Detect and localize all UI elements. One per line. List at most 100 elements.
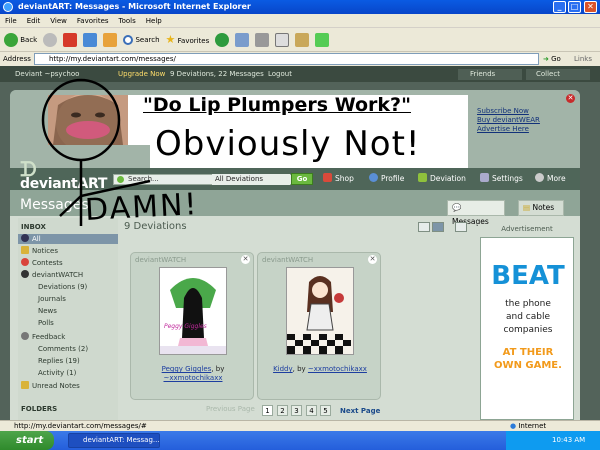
page-2-button[interactable]: 2 xyxy=(277,405,288,416)
ie-icon xyxy=(3,2,13,12)
close-card-icon[interactable]: ✕ xyxy=(368,255,377,264)
sidebar-item-journals[interactable]: Journals xyxy=(18,294,118,304)
deviation-card[interactable]: deviantWATCH ✕ Peggy Giggles Peggy Giggl… xyxy=(130,252,254,400)
maximize-button[interactable]: □ xyxy=(568,1,581,13)
page-5-button[interactable]: 5 xyxy=(320,405,331,416)
collect-label: Collect xyxy=(536,70,560,78)
previous-page-link[interactable]: Previous Page xyxy=(206,405,255,413)
ad-line: AT THEIR xyxy=(502,347,554,358)
next-page-link[interactable]: Next Page xyxy=(340,407,380,415)
sidebar-item-news[interactable]: News xyxy=(18,306,118,316)
messenger-icon[interactable] xyxy=(315,32,330,47)
collect-menu[interactable]: Collect xyxy=(526,69,590,80)
favorites-button[interactable]: ★ Favorites xyxy=(166,33,210,46)
card-title-link[interactable]: Peggy Giggles xyxy=(162,365,212,373)
card-title-link[interactable]: Kiddy xyxy=(273,365,293,373)
history-icon[interactable] xyxy=(215,32,230,47)
buy-deviantwear-link[interactable]: Buy deviantWEAR xyxy=(477,116,540,125)
peggy-giggles-art xyxy=(160,268,226,354)
nav-shop[interactable]: Shop xyxy=(323,173,354,185)
page-1-button[interactable]: 1 xyxy=(262,405,273,416)
sidebar-item-feedback[interactable]: Feedback xyxy=(18,332,118,342)
zone-label: Internet xyxy=(518,422,547,430)
card-by: , by xyxy=(211,365,225,373)
discuss-icon[interactable] xyxy=(295,32,310,47)
tab-messages[interactable]: 💬 Messages xyxy=(447,200,505,226)
stop-icon[interactable] xyxy=(63,32,78,47)
screen: { "window": {"title": "deviantART: Messa… xyxy=(0,0,600,450)
menu-view[interactable]: View xyxy=(50,17,67,25)
sidebar-item-contests[interactable]: Contests xyxy=(18,258,118,268)
settings-icon xyxy=(480,173,489,182)
art-caption: Peggy Giggles xyxy=(164,323,207,330)
friends-menu[interactable]: Friends xyxy=(458,69,522,80)
message-stats[interactable]: 9 Deviations, 22 Messages xyxy=(170,66,264,82)
sidebar-item-comments[interactable]: Comments (2) xyxy=(18,344,118,354)
search-scope-select[interactable]: All Deviations xyxy=(212,174,290,185)
sidebar-item-deviantwatch[interactable]: deviantWATCH xyxy=(18,270,118,280)
deviation-thumbnail[interactable]: Peggy Giggles xyxy=(159,267,227,355)
title-bar: deviantART: Messages - Microsoft Interne… xyxy=(0,0,600,14)
nav-more[interactable]: More xyxy=(535,173,566,185)
ad-headline: BEAT xyxy=(491,261,565,291)
nav-deviation[interactable]: Deviation xyxy=(418,173,466,185)
status-bar: http://my.deviantart.com/messages/# ● In… xyxy=(0,420,600,431)
subscribe-link[interactable]: Subscribe Now xyxy=(477,107,540,116)
links-button[interactable]: Links xyxy=(574,52,592,66)
menu-edit[interactable]: Edit xyxy=(27,17,41,25)
advertisement-label: Advertisement xyxy=(501,225,553,233)
back-button[interactable]: Back xyxy=(4,32,37,47)
sidebar-item-notices[interactable]: Notices xyxy=(18,246,118,256)
menu-favorites[interactable]: Favorites xyxy=(77,17,109,25)
print-icon[interactable] xyxy=(255,32,270,47)
deviation-card[interactable]: deviantWATCH ✕ Kiddy, by ~xxmotochikaxx xyxy=(257,252,381,400)
minimize-button[interactable]: _ xyxy=(553,1,566,13)
advertise-link[interactable]: Advertise Here xyxy=(477,125,540,134)
close-button[interactable]: ✕ xyxy=(584,1,597,13)
menu-file[interactable]: File xyxy=(5,17,17,25)
options-button[interactable] xyxy=(455,222,467,232)
nav-profile-label: Profile xyxy=(381,174,405,183)
go-button[interactable]: ➜ Go xyxy=(543,52,561,66)
grid-view-button[interactable] xyxy=(432,222,444,232)
tab-notes[interactable]: ▤ Notes xyxy=(518,200,564,216)
clock[interactable]: 10:43 AM xyxy=(552,436,585,444)
contests-icon xyxy=(21,258,29,266)
page-4-button[interactable]: 4 xyxy=(306,405,317,416)
window-title: deviantART: Messages - Microsoft Interne… xyxy=(18,2,251,11)
start-button[interactable]: start xyxy=(0,431,54,450)
home-icon[interactable] xyxy=(103,32,118,47)
ad-slogan: AT THEIR OWN GAME. xyxy=(481,346,575,372)
deviation-thumbnail[interactable] xyxy=(286,267,354,355)
page-3-button[interactable]: 3 xyxy=(291,405,302,416)
search-button[interactable]: Search xyxy=(123,34,160,45)
sidebar-ad[interactable]: BEAT the phone and cable companies AT TH… xyxy=(480,237,574,420)
go-label: Go xyxy=(551,55,561,63)
menu-tools[interactable]: Tools xyxy=(119,17,136,25)
nav-profile[interactable]: Profile xyxy=(369,173,404,185)
card-author-link[interactable]: ~xxmotochikaxx xyxy=(308,365,367,373)
taskbar-item-ie[interactable]: deviantART: Messag... xyxy=(68,433,160,448)
nav-settings[interactable]: Settings xyxy=(480,173,523,185)
close-card-icon[interactable]: ✕ xyxy=(241,255,250,264)
card-author-link[interactable]: ~xxmotochikaxx xyxy=(163,374,222,382)
menu-help[interactable]: Help xyxy=(146,17,162,25)
sidebar: INBOX All Notices Contests deviantWATCH … xyxy=(18,218,118,420)
close-banner-icon[interactable]: ✕ xyxy=(566,94,575,103)
sidebar-item-replies[interactable]: Replies (19) xyxy=(18,356,118,366)
address-input[interactable]: http://my.deviantart.com/messages/ xyxy=(34,53,539,65)
forward-icon[interactable] xyxy=(43,32,58,47)
nav-more-label: More xyxy=(547,174,566,183)
sidebar-item-deviations[interactable]: Deviations (9) xyxy=(18,282,118,292)
sidebar-item-unread-notes[interactable]: Unread Notes xyxy=(18,381,118,391)
refresh-icon[interactable] xyxy=(83,32,98,47)
logout-link[interactable]: Logout xyxy=(268,66,292,82)
list-view-button[interactable] xyxy=(418,222,430,232)
mail-icon[interactable] xyxy=(235,32,250,47)
edit-icon[interactable] xyxy=(275,32,290,47)
search-go-button[interactable]: Go xyxy=(291,173,313,185)
deviation-icon xyxy=(418,173,427,182)
sidebar-item-polls[interactable]: Polls xyxy=(18,318,118,328)
sidebar-item-activity[interactable]: Activity (1) xyxy=(18,368,118,378)
notices-icon xyxy=(21,246,29,254)
